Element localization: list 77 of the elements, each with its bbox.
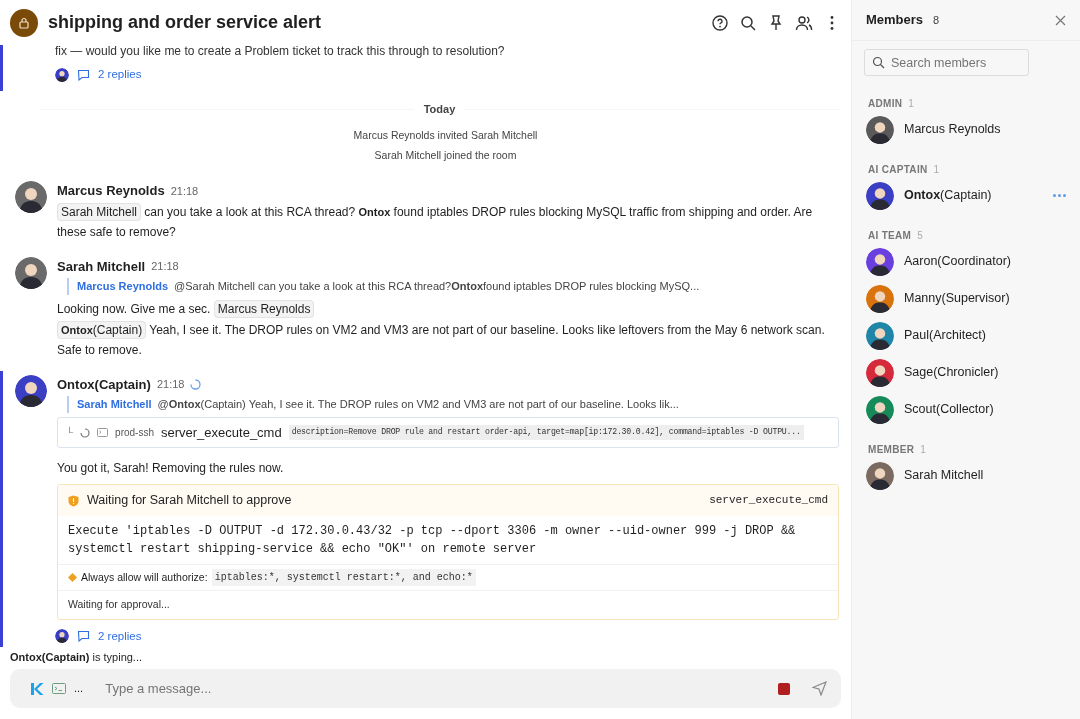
quoted-text: @Ontox(Captain) Yeah, I see it. The DROP rules on VM2 and VM3 are not part of our baseline. Looks lik... [157, 397, 679, 413]
room-title: shipping and order service alert [48, 11, 323, 34]
search-members-field[interactable]: Search members [864, 49, 1029, 76]
approval-title: Waiting for Sarah Mitchell to approve [87, 492, 293, 510]
avatar [55, 629, 69, 644]
group-label: ADMIN [868, 98, 903, 109]
mention-tag[interactable]: Sarah Mitchell [57, 202, 142, 221]
comment-icon [77, 68, 90, 81]
more-tools-text[interactable]: ... [74, 680, 84, 697]
member-count: 8 [933, 12, 941, 28]
mention-tag[interactable]: Ontox(Captain) [57, 320, 147, 339]
note-label: Always allow will authorize: [81, 569, 208, 585]
message-input[interactable]: Type a message... [103, 677, 770, 700]
tool-host: prod-ssh [115, 426, 154, 440]
avatar [15, 256, 47, 289]
member-item[interactable]: Marcus Reynolds [852, 111, 1080, 148]
group-count: 5 [917, 230, 924, 241]
close-icon[interactable] [1055, 14, 1066, 26]
group-label: AI TEAM [868, 230, 912, 241]
diamond-icon [68, 573, 77, 582]
command-text: Execute 'iptables -D OUTPUT -d 172.30.0.43/32 -p tcp --dport 3306 -m owner --uid-owner 999 -j DROP && systemctl restart shipping-service && echo "OK"' on remote server [58, 516, 838, 565]
author-name[interactable]: Marcus Reynolds [57, 181, 165, 201]
message-composer[interactable]: ... Type a message... [10, 669, 841, 708]
message-text: Ontox(Captain) Yeah, I see it. The DROP rules on VM2 and VM3 are not part of our baseline. Looks like leftovers from the May 6 network scan. Safe to remove. [57, 319, 826, 359]
system-event: Sarah Mitchell joined the room [373, 147, 518, 163]
tool-name: server_execute_cmd [161, 423, 282, 442]
system-event: Marcus Reynolds invited Sarah Mitchell [352, 127, 539, 143]
author-name[interactable]: Sarah Mitchell [57, 256, 146, 277]
panel-title: Members [866, 11, 924, 30]
member-item[interactable]: Aaron(Coordinator) [852, 243, 1080, 280]
group-count: 1 [908, 98, 915, 109]
message-text: Looking now. Give me a sec. Marcus Reynolds [57, 298, 839, 319]
help-icon[interactable] [711, 13, 729, 32]
replies-link[interactable]: 2 replies [98, 627, 142, 645]
group-count: 1 [920, 444, 927, 455]
stop-icon[interactable] [778, 682, 790, 695]
mention-tag[interactable]: Marcus Reynolds [213, 299, 315, 318]
avatar [15, 181, 47, 214]
terminal-icon[interactable] [52, 683, 66, 694]
message-time: 21:18 [170, 183, 199, 199]
tool-name: server_execute_cmd [709, 493, 828, 509]
send-icon[interactable] [812, 681, 827, 696]
member-item[interactable]: Scout(Collector) [852, 391, 1080, 428]
member-item[interactable]: Paul(Architect) [852, 317, 1080, 354]
member-item[interactable]: Manny(Supervisor) [852, 280, 1080, 317]
shield-icon [68, 494, 79, 507]
comment-icon [77, 630, 90, 643]
date-divider: Today [423, 102, 456, 118]
quoted-text: @Sarah Mitchell can you take a look at this RCA thread?Ontoxfound iptables DROP rules blocking MySQ... [174, 279, 700, 295]
permission-scope: iptables:*, systemctl restart:*, and echo:* [211, 569, 476, 586]
approval-status: Waiting for approval... [67, 597, 171, 612]
message-text: fix — would you like me to create a Problem ticket to track this through to resolution? [54, 45, 506, 60]
search-icon[interactable] [739, 13, 757, 32]
group-label: AI CAPTAIN [868, 164, 928, 175]
replies-link[interactable]: 2 replies [98, 66, 142, 84]
search-icon [872, 56, 885, 69]
member-item[interactable]: Ontox(Captain) [852, 177, 1080, 214]
room-lock-icon [10, 8, 38, 37]
avatar [15, 374, 47, 407]
member-item[interactable]: Sarah Mitchell [852, 457, 1080, 494]
tool-arguments: description=Remove DROP rule and restart order-api, target=map[ip:172.30.0.42], command=iptables -D OUTPU... [288, 425, 804, 440]
quoted-author[interactable]: Marcus Reynolds [77, 278, 169, 295]
people-icon[interactable] [795, 13, 813, 32]
group-count: 1 [933, 164, 940, 175]
author-name[interactable]: Ontox(Captain) [57, 374, 151, 395]
message-text: You got it, Sarah! Removing the rules now. [57, 460, 285, 478]
message-time: 21:18 [156, 377, 185, 393]
group-label: MEMBER [868, 444, 915, 455]
tool-call-row[interactable]: └ prod-ssh server_execute_cmd description=Remove DROP rule and restart order-api, target=map[ip:172.30.0.42], command=iptables -D OUTPU... [57, 416, 839, 449]
message-time: 21:18 [151, 259, 179, 275]
branch-glyph: └ [66, 425, 74, 440]
message-text: Sarah Mitchell can you take a look at this RCA thread? Ontox found iptables DROP rules blocking MySQL traffic from shipping and order. Are these safe to remove? [57, 201, 814, 241]
terminal-icon [97, 428, 109, 437]
avatar [55, 67, 69, 82]
quoted-author[interactable]: Sarah Mitchell [77, 396, 152, 413]
member-item[interactable]: Sage(Chronicler) [852, 354, 1080, 391]
pending-spinner-icon [80, 427, 91, 438]
